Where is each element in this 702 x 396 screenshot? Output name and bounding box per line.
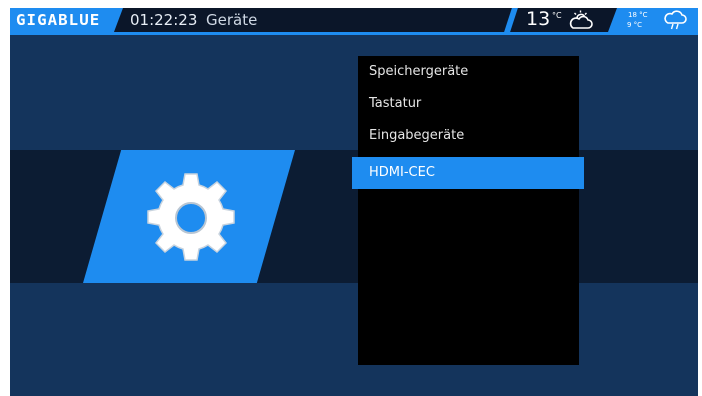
device-menu: Speichergeräte Tastatur Eingabegeräte HD… <box>352 56 584 365</box>
brand-logo-text: GIGABLUE <box>16 11 101 29</box>
menu-item-label: Tastatur <box>369 96 422 111</box>
temperature-unit: °C <box>552 11 562 20</box>
menu-item-speichergeraete[interactable]: Speichergeräte <box>358 56 579 88</box>
cloud-rain-icon <box>663 10 689 34</box>
forecast-low: 9 °C <box>627 21 643 29</box>
menu-item-label: Eingabegeräte <box>369 128 465 143</box>
menu-item-tastatur[interactable]: Tastatur <box>358 88 579 120</box>
cloud-sun-icon <box>568 10 596 34</box>
brand-logo: GIGABLUE <box>10 8 123 32</box>
current-temperature: 13 <box>526 8 551 30</box>
page-title: Geräte <box>206 11 258 29</box>
menu-item-eingabegeraete[interactable]: Eingabegeräte <box>358 120 579 152</box>
clock: 01:22:23 <box>130 11 198 29</box>
menu-item-hdmi-cec[interactable]: HDMI-CEC <box>352 157 584 189</box>
menu-item-label: HDMI-CEC <box>369 165 435 180</box>
tv-screen: GIGABLUE 01:22:23 Geräte 13 °C 18 °C 9 °… <box>10 8 698 396</box>
forecast-high: 18 °C <box>628 11 648 19</box>
menu-item-label: Speichergeräte <box>369 64 469 79</box>
gear-icon <box>141 168 241 272</box>
